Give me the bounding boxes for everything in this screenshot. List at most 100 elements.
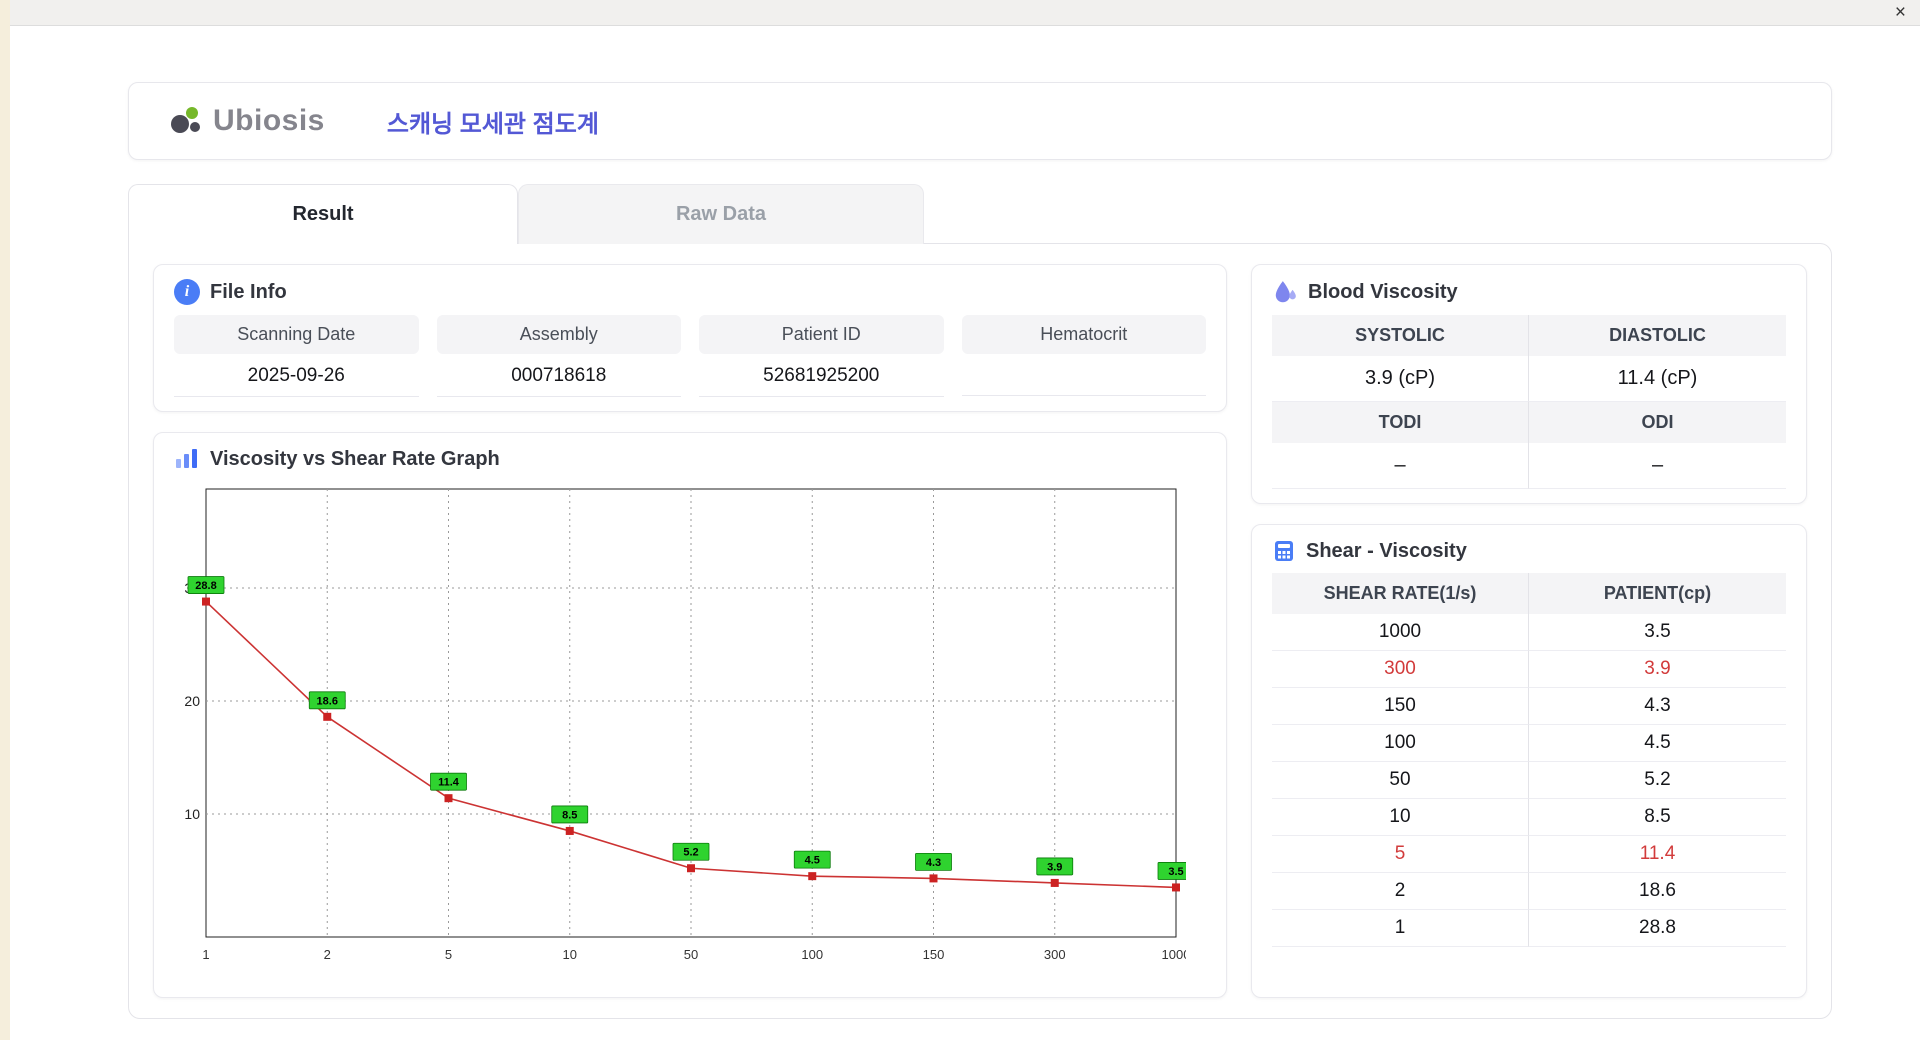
svg-text:20: 20 [184, 693, 200, 709]
svg-text:3.9: 3.9 [1047, 861, 1062, 873]
systolic-label: SYSTOLIC [1272, 315, 1529, 356]
blood-viscosity-table: SYSTOLIC DIASTOLIC 3.9 (cP) 11.4 (cP) TO… [1272, 315, 1786, 489]
patient-viscosity-cell: 3.5 [1529, 614, 1786, 651]
tab-bar: Result Raw Data [128, 184, 1832, 244]
table-row: 50 5.2 [1272, 762, 1786, 799]
diastolic-value: 11.4 (cP) [1529, 356, 1786, 402]
tab-raw-data-label: Raw Data [675, 203, 767, 225]
patient-viscosity-cell: 28.8 [1529, 910, 1786, 947]
file-info-field: Scanning Date 2025-09-26 [174, 315, 419, 397]
tab-raw-data[interactable]: Raw Data [518, 184, 924, 244]
shear-rate-cell: 150 [1272, 688, 1529, 725]
graph-card: Viscosity vs Shear Rate Graph 1020301251… [153, 432, 1227, 998]
table-row: 1000 3.5 [1272, 614, 1786, 651]
shear-rate-cell: 50 [1272, 762, 1529, 799]
table-row: 300 3.9 [1272, 651, 1786, 688]
shear-rate-cell: 1 [1272, 910, 1529, 947]
page-title: 스캐닝 모세관 점도계 [386, 110, 599, 138]
brand-logo: Ubiosis [165, 104, 325, 138]
patient-viscosity-cell: 5.2 [1529, 762, 1786, 799]
app-window: Ubiosis 스캐닝 모세관 점도계 Result Raw Data i Fi… [10, 26, 1920, 1040]
svg-text:100: 100 [801, 947, 823, 962]
info-icon: i [174, 279, 200, 305]
shear-viscosity-rows: 1000 3.5 300 3.9 150 4.3 100 4.5 50 5.2 10 8.5 5 11.4… [1272, 614, 1786, 947]
svg-text:28.8: 28.8 [195, 580, 216, 592]
calculator-icon [1275, 541, 1293, 561]
shear-rate-column-header: SHEAR RATE(1/s) [1272, 573, 1529, 614]
viscosity-chart: 1020301251050100150300100028.818.611.48.… [184, 488, 1195, 962]
shear-rate-cell: 5 [1272, 836, 1529, 873]
patient-viscosity-cell: 4.3 [1529, 688, 1786, 725]
table-row: 1 28.8 [1272, 910, 1786, 947]
field-label: Hematocrit [961, 315, 1206, 354]
svg-text:5.2: 5.2 [683, 847, 698, 859]
tab-result-label: Result [292, 203, 354, 225]
shear-viscosity-table: SHEAR RATE(1/s) PATIENT(cp) 1000 3.5 300 3.… [1272, 573, 1786, 947]
patient-viscosity-cell: 11.4 [1529, 836, 1786, 873]
file-info-fields: Scanning Date 2025-09-26 Assembly 000718618… [174, 315, 1206, 397]
svg-text:11.4: 11.4 [438, 777, 460, 789]
shear-rate-cell: 100 [1272, 725, 1529, 762]
odi-label: ODI [1529, 402, 1786, 443]
brand-name: Ubiosis [213, 104, 325, 137]
chart-area: 1020301251050100150300100028.818.611.48.… [174, 481, 1206, 974]
shear-rate-cell: 1000 [1272, 614, 1529, 651]
svg-text:8.5: 8.5 [562, 809, 577, 821]
blood-viscosity-card: Blood Viscosity SYSTOLIC DIASTOLIC 3.9 (… [1251, 264, 1807, 504]
file-info-title: File Info [210, 280, 287, 303]
field-value: 52681925200 [699, 354, 944, 397]
file-info-field: Assembly 000718618 [436, 315, 681, 397]
field-value [961, 354, 1206, 396]
field-value: 000718618 [436, 354, 681, 397]
window-close-button[interactable]: × [1895, 1, 1906, 25]
patient-viscosity-cell: 18.6 [1529, 873, 1786, 910]
logo-dots-icon [171, 107, 200, 133]
patient-viscosity-cell: 3.9 [1529, 651, 1786, 688]
odi-value: – [1529, 443, 1786, 489]
svg-text:50: 50 [684, 947, 698, 962]
svg-text:4.3: 4.3 [926, 857, 941, 869]
water-drop-icon [1275, 281, 1296, 303]
bar-chart-icon [176, 449, 197, 468]
svg-text:150: 150 [923, 947, 945, 962]
shear-viscosity-card: Shear - Viscosity SHEAR RATE(1/s) PATIEN… [1251, 524, 1807, 998]
table-row: 150 4.3 [1272, 688, 1786, 725]
patient-viscosity-cell: 8.5 [1529, 799, 1786, 836]
svg-text:4.5: 4.5 [805, 855, 820, 867]
shear-rate-cell: 10 [1272, 799, 1529, 836]
svg-text:1000: 1000 [1162, 947, 1186, 962]
field-label: Scanning Date [174, 315, 419, 354]
svg-text:10: 10 [184, 806, 200, 822]
patient-column-header: PATIENT(cp) [1529, 573, 1786, 614]
window-titlebar: × [10, 0, 1920, 26]
todi-label: TODI [1272, 402, 1529, 443]
svg-text:10: 10 [563, 947, 577, 962]
graph-title: Viscosity vs Shear Rate Graph [210, 447, 500, 470]
svg-text:1: 1 [202, 947, 209, 962]
shear-rate-cell: 2 [1272, 873, 1529, 910]
shear-viscosity-title: Shear - Viscosity [1306, 539, 1467, 562]
file-info-field: Hematocrit [961, 315, 1206, 397]
table-row: 100 4.5 [1272, 725, 1786, 762]
table-row: 10 8.5 [1272, 799, 1786, 836]
result-panel: i File Info Scanning Date 2025-09-26 Assem… [128, 243, 1832, 1019]
field-label: Patient ID [699, 315, 944, 354]
left-edge-strip [0, 0, 10, 1040]
field-value: 2025-09-26 [174, 354, 419, 397]
field-label: Assembly [436, 315, 681, 354]
systolic-value: 3.9 (cP) [1272, 356, 1529, 402]
patient-viscosity-cell: 4.5 [1529, 725, 1786, 762]
table-row: 2 18.6 [1272, 873, 1786, 910]
blood-viscosity-title: Blood Viscosity [1308, 280, 1458, 303]
table-row: 5 11.4 [1272, 836, 1786, 873]
svg-text:300: 300 [1044, 947, 1066, 962]
svg-text:3.5: 3.5 [1168, 866, 1183, 878]
header-card: Ubiosis 스캐닝 모세관 점도계 [128, 82, 1832, 160]
svg-text:18.6: 18.6 [317, 695, 338, 707]
diastolic-label: DIASTOLIC [1529, 315, 1786, 356]
tab-result[interactable]: Result [128, 184, 518, 244]
todi-value: – [1272, 443, 1529, 489]
file-info-card: i File Info Scanning Date 2025-09-26 Assem… [153, 264, 1227, 412]
svg-text:5: 5 [445, 947, 452, 962]
svg-text:2: 2 [324, 947, 331, 962]
